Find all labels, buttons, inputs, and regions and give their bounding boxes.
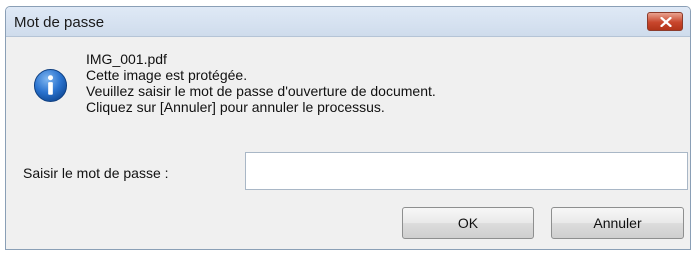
password-label: Saisir le mot de passe : [23,165,169,181]
message-cancel-hint: Cliquez sur [Annuler] pour annuler le pr… [86,99,385,115]
message-protected: Cette image est protégée. [86,67,248,83]
cancel-button[interactable]: Annuler [551,207,684,239]
close-icon [660,17,672,27]
close-button[interactable] [647,12,683,31]
info-icon [33,68,68,103]
title-bar[interactable]: Mot de passe [6,7,690,37]
message-filename: IMG_001.pdf [86,51,167,67]
message-instruction: Veuillez saisir le mot de passe d'ouvert… [86,83,436,99]
password-input[interactable] [245,152,688,190]
ok-button[interactable]: OK [402,207,534,239]
dialog-title: Mot de passe [14,14,105,31]
password-dialog: Mot de passe IMG_001.pdf Cette image est… [5,6,691,250]
